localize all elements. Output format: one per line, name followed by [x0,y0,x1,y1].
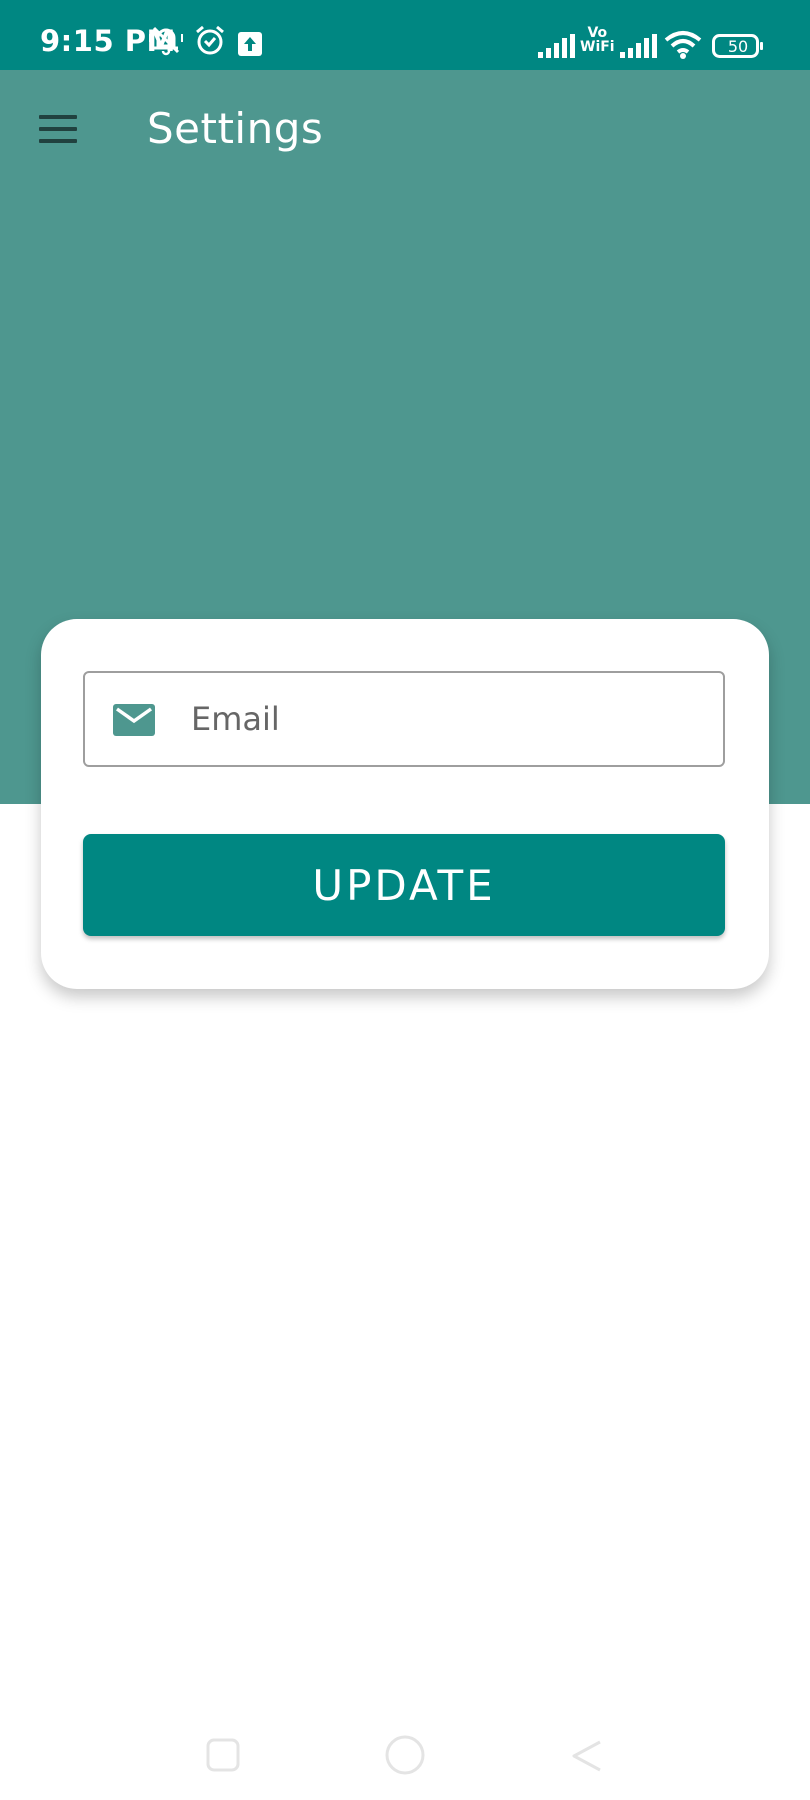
email-input[interactable] [191,697,691,741]
mute-vibrate-icon [148,24,184,61]
navigation-bar [0,1720,810,1800]
wifi-icon [664,30,702,65]
home-button[interactable] [384,1734,426,1781]
page-title: Settings [147,104,324,153]
recent-apps-button[interactable] [206,1738,240,1777]
alarm-icon [194,24,226,61]
battery-level: 50 [727,37,749,56]
settings-card: UPDATE [41,619,769,989]
status-bar: 9:15 PM Vo WiFi 50 [0,0,810,70]
vowifi-icon: Vo WiFi [580,25,615,55]
back-button[interactable] [570,1738,604,1777]
email-field[interactable] [83,671,725,767]
hamburger-menu-icon[interactable] [30,102,86,158]
upload-icon [238,32,262,61]
signal-icon [620,34,658,63]
update-button[interactable]: UPDATE [83,834,725,936]
signal-icon [538,34,576,63]
email-icon [113,704,155,741]
